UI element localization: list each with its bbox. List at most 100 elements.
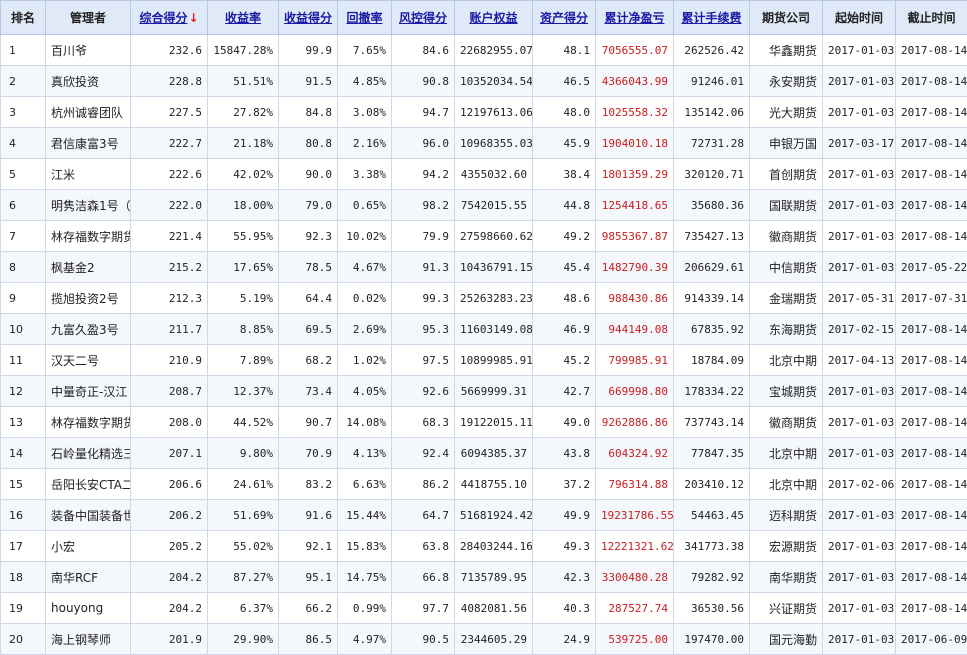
drawdown-cell: 7.65% xyxy=(338,35,392,66)
equity-cell: 10968355.03 xyxy=(455,128,533,159)
composite-score-cell: 208.0 xyxy=(131,407,208,438)
return-score-cell: 91.6 xyxy=(279,500,338,531)
start-date-cell: 2017-02-06 xyxy=(823,469,896,500)
header-return-rate[interactable]: 收益率 xyxy=(208,1,279,35)
drawdown-cell: 4.67% xyxy=(338,252,392,283)
return-rate-cell: 87.27% xyxy=(208,562,279,593)
composite-score-cell: 208.7 xyxy=(131,376,208,407)
asset-score-cell: 37.2 xyxy=(533,469,596,500)
rank-cell: 5 xyxy=(1,159,46,190)
header-asset-score[interactable]: 资产得分 xyxy=(533,1,596,35)
header-fees[interactable]: 累计手续费 xyxy=(674,1,750,35)
drawdown-cell: 3.38% xyxy=(338,159,392,190)
company-cell: 光大期货 xyxy=(750,97,823,128)
net-profit-cell: 944149.08 xyxy=(596,314,674,345)
return-score-cell: 92.1 xyxy=(279,531,338,562)
manager-cell: 真欣投资 xyxy=(46,66,131,97)
rank-cell: 9 xyxy=(1,283,46,314)
start-date-cell: 2017-01-03 xyxy=(823,562,896,593)
table-row: 13林存福数字期货208.044.52%90.714.08%68.3191220… xyxy=(1,407,967,438)
drawdown-cell: 2.69% xyxy=(338,314,392,345)
return-score-cell: 86.5 xyxy=(279,624,338,655)
equity-cell: 10436791.15 xyxy=(455,252,533,283)
header-risk-score[interactable]: 风控得分 xyxy=(392,1,455,35)
company-cell: 北京中期 xyxy=(750,345,823,376)
rank-cell: 12 xyxy=(1,376,46,407)
return-rate-cell: 5.19% xyxy=(208,283,279,314)
header-return-score[interactable]: 收益得分 xyxy=(279,1,338,35)
equity-cell: 7135789.95 xyxy=(455,562,533,593)
header-end-date: 截止时间 xyxy=(896,1,967,35)
return-score-cell: 99.9 xyxy=(279,35,338,66)
return-score-cell: 68.2 xyxy=(279,345,338,376)
table-row: 20海上钢琴师201.929.90%86.54.97%90.52344605.2… xyxy=(1,624,967,655)
header-composite-score[interactable]: 综合得分↓ xyxy=(131,1,208,35)
return-score-cell: 95.1 xyxy=(279,562,338,593)
manager-cell: 小宏 xyxy=(46,531,131,562)
fees-cell: 77847.35 xyxy=(674,438,750,469)
return-score-cell: 92.3 xyxy=(279,221,338,252)
risk-score-cell: 63.8 xyxy=(392,531,455,562)
return-rate-cell: 18.00% xyxy=(208,190,279,221)
start-date-cell: 2017-05-31 xyxy=(823,283,896,314)
risk-score-cell: 94.2 xyxy=(392,159,455,190)
manager-cell: 枫基金2 xyxy=(46,252,131,283)
return-score-cell: 84.8 xyxy=(279,97,338,128)
header-rank: 排名 xyxy=(1,1,46,35)
net-profit-cell: 1801359.29 xyxy=(596,159,674,190)
table-row: 14石岭量化精选三207.19.80%70.94.13%92.46094385.… xyxy=(1,438,967,469)
return-score-cell: 91.5 xyxy=(279,66,338,97)
drawdown-cell: 15.83% xyxy=(338,531,392,562)
composite-score-cell: 207.1 xyxy=(131,438,208,469)
asset-score-cell: 40.3 xyxy=(533,593,596,624)
header-company: 期货公司 xyxy=(750,1,823,35)
company-cell: 迈科期货 xyxy=(750,500,823,531)
return-rate-cell: 44.52% xyxy=(208,407,279,438)
asset-score-cell: 49.0 xyxy=(533,407,596,438)
asset-score-cell: 48.0 xyxy=(533,97,596,128)
manager-cell: 江米 xyxy=(46,159,131,190)
risk-score-cell: 86.2 xyxy=(392,469,455,500)
drawdown-cell: 10.02% xyxy=(338,221,392,252)
drawdown-cell: 0.65% xyxy=(338,190,392,221)
end-date-cell: 2017-07-31 xyxy=(896,283,967,314)
return-rate-cell: 51.69% xyxy=(208,500,279,531)
net-profit-cell: 4366043.99 xyxy=(596,66,674,97)
drawdown-cell: 4.97% xyxy=(338,624,392,655)
end-date-cell: 2017-05-22 xyxy=(896,252,967,283)
composite-score-cell: 205.2 xyxy=(131,531,208,562)
net-profit-cell: 7056555.07 xyxy=(596,35,674,66)
risk-score-cell: 68.3 xyxy=(392,407,455,438)
net-profit-cell: 9855367.87 xyxy=(596,221,674,252)
composite-score-cell: 201.9 xyxy=(131,624,208,655)
company-cell: 北京中期 xyxy=(750,438,823,469)
end-date-cell: 2017-08-14 xyxy=(896,469,967,500)
manager-cell: 林存福数字期货 xyxy=(46,221,131,252)
header-net-profit[interactable]: 累计净盈亏 xyxy=(596,1,674,35)
return-score-cell: 69.5 xyxy=(279,314,338,345)
company-cell: 中信期货 xyxy=(750,252,823,283)
return-score-cell: 79.0 xyxy=(279,190,338,221)
start-date-cell: 2017-01-03 xyxy=(823,159,896,190)
composite-score-cell: 215.2 xyxy=(131,252,208,283)
fees-cell: 36530.56 xyxy=(674,593,750,624)
start-date-cell: 2017-01-03 xyxy=(823,376,896,407)
equity-cell: 19122015.11 xyxy=(455,407,533,438)
equity-cell: 22682955.07 xyxy=(455,35,533,66)
table-row: 7林存福数字期货221.455.95%92.310.02%79.92759866… xyxy=(1,221,967,252)
header-equity[interactable]: 账户权益 xyxy=(455,1,533,35)
risk-score-cell: 94.7 xyxy=(392,97,455,128)
end-date-cell: 2017-08-14 xyxy=(896,407,967,438)
asset-score-cell: 49.2 xyxy=(533,221,596,252)
asset-score-cell: 49.3 xyxy=(533,531,596,562)
start-date-cell: 2017-01-03 xyxy=(823,97,896,128)
header-drawdown[interactable]: 回撤率 xyxy=(338,1,392,35)
end-date-cell: 2017-08-14 xyxy=(896,531,967,562)
fees-cell: 178334.22 xyxy=(674,376,750,407)
header-start-date: 起始时间 xyxy=(823,1,896,35)
rank-cell: 1 xyxy=(1,35,46,66)
manager-cell: 林存福数字期货 xyxy=(46,407,131,438)
risk-score-cell: 66.8 xyxy=(392,562,455,593)
header-row: 排名 管理者 综合得分↓ 收益率 收益得分 回撤率 风控得分 账户权益 资产得分… xyxy=(1,1,967,35)
risk-score-cell: 90.8 xyxy=(392,66,455,97)
